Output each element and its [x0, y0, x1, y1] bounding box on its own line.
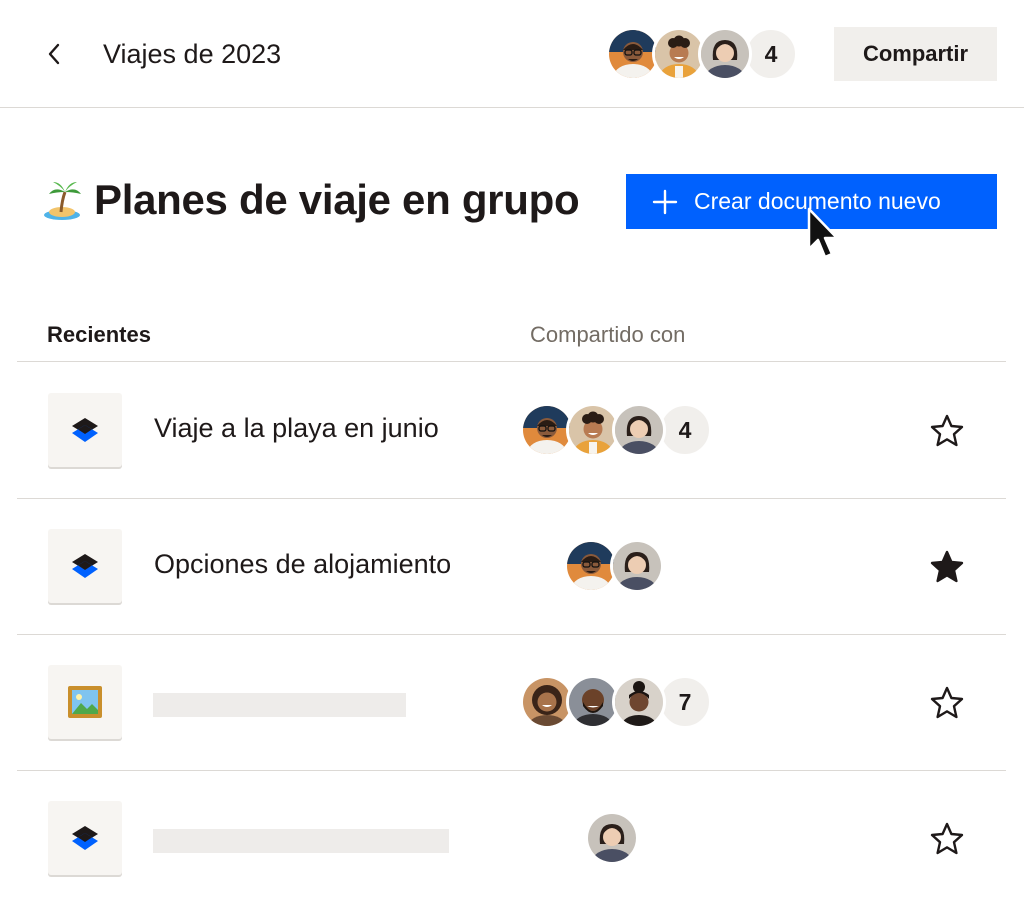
member-count-badge[interactable]: 4 [744, 27, 798, 81]
top-bar: Viajes de 2023 4 Compartir [0, 0, 1024, 108]
member-avatar-1 [523, 406, 571, 454]
create-new-document-button[interactable]: Crear documento nuevo [626, 174, 997, 229]
plus-icon [652, 189, 678, 214]
desert-island-icon [44, 182, 81, 220]
dropbox-paper-icon [72, 554, 98, 578]
member-avatar-5 [569, 678, 617, 726]
dropbox-paper-icon [72, 826, 98, 850]
member-avatar-2 [569, 406, 617, 454]
member-avatar-1 [609, 30, 657, 78]
dropbox-paper-icon [72, 418, 98, 442]
avatar [585, 811, 639, 865]
column-header-shared-with: Compartido con [530, 322, 686, 347]
folder-title: Viajes de 2023 [103, 39, 282, 69]
star-button[interactable] [927, 683, 967, 723]
chevron-left-icon [48, 43, 60, 65]
member-avatar-3 [701, 30, 749, 78]
shared-with-avatars[interactable]: 4 [520, 403, 712, 457]
create-button-label: Crear documento nuevo [694, 188, 941, 214]
file-name[interactable]: Opciones de alojamiento [154, 549, 451, 580]
list-header: Recientes Compartido con [17, 312, 1006, 362]
star-filled-icon [930, 550, 964, 583]
column-header-recent[interactable]: Recientes [47, 322, 151, 348]
avatar [612, 675, 666, 729]
member-avatar-3 [588, 814, 636, 862]
page-title: Planes de viaje en grupo [94, 176, 580, 223]
share-button[interactable]: Compartir [834, 27, 997, 81]
file-thumbnail [48, 801, 122, 875]
file-row[interactable] [17, 771, 1006, 907]
shared-count-badge: 7 [658, 675, 712, 729]
back-button[interactable] [36, 36, 72, 72]
member-avatar-1 [567, 542, 615, 590]
star-outline-icon [930, 822, 964, 855]
member-avatar-2 [655, 30, 703, 78]
member-avatar-3 [613, 542, 661, 590]
file-thumbnail [48, 665, 122, 739]
star-outline-icon [930, 414, 964, 447]
member-avatar-3 [615, 406, 663, 454]
file-name-placeholder [153, 829, 449, 853]
star-outline-icon [930, 686, 964, 719]
member-avatar-6 [615, 678, 663, 726]
folder-members[interactable]: 4 [606, 27, 798, 81]
file-name-placeholder [153, 693, 406, 717]
file-row[interactable]: 7 [17, 635, 1006, 771]
file-thumbnail [48, 393, 122, 467]
framed-picture-icon [68, 686, 102, 718]
avatar [612, 403, 666, 457]
file-row[interactable]: Opciones de alojamiento [17, 499, 1006, 635]
member-avatar-4 [523, 678, 571, 726]
avatar [610, 539, 664, 593]
star-button[interactable] [927, 819, 967, 859]
file-thumbnail [48, 529, 122, 603]
star-button[interactable] [927, 547, 967, 587]
shared-count-badge: 4 [658, 403, 712, 457]
shared-with-avatars[interactable]: 7 [520, 675, 712, 729]
page-heading: Planes de viaje en grupo [40, 170, 580, 230]
file-row[interactable]: Viaje a la playa en junio 4 [17, 363, 1006, 499]
file-name[interactable]: Viaje a la playa en junio [154, 413, 439, 444]
shared-with-avatars[interactable] [585, 811, 639, 865]
avatar[interactable] [698, 27, 752, 81]
star-button[interactable] [927, 411, 967, 451]
shared-with-avatars[interactable] [564, 539, 664, 593]
